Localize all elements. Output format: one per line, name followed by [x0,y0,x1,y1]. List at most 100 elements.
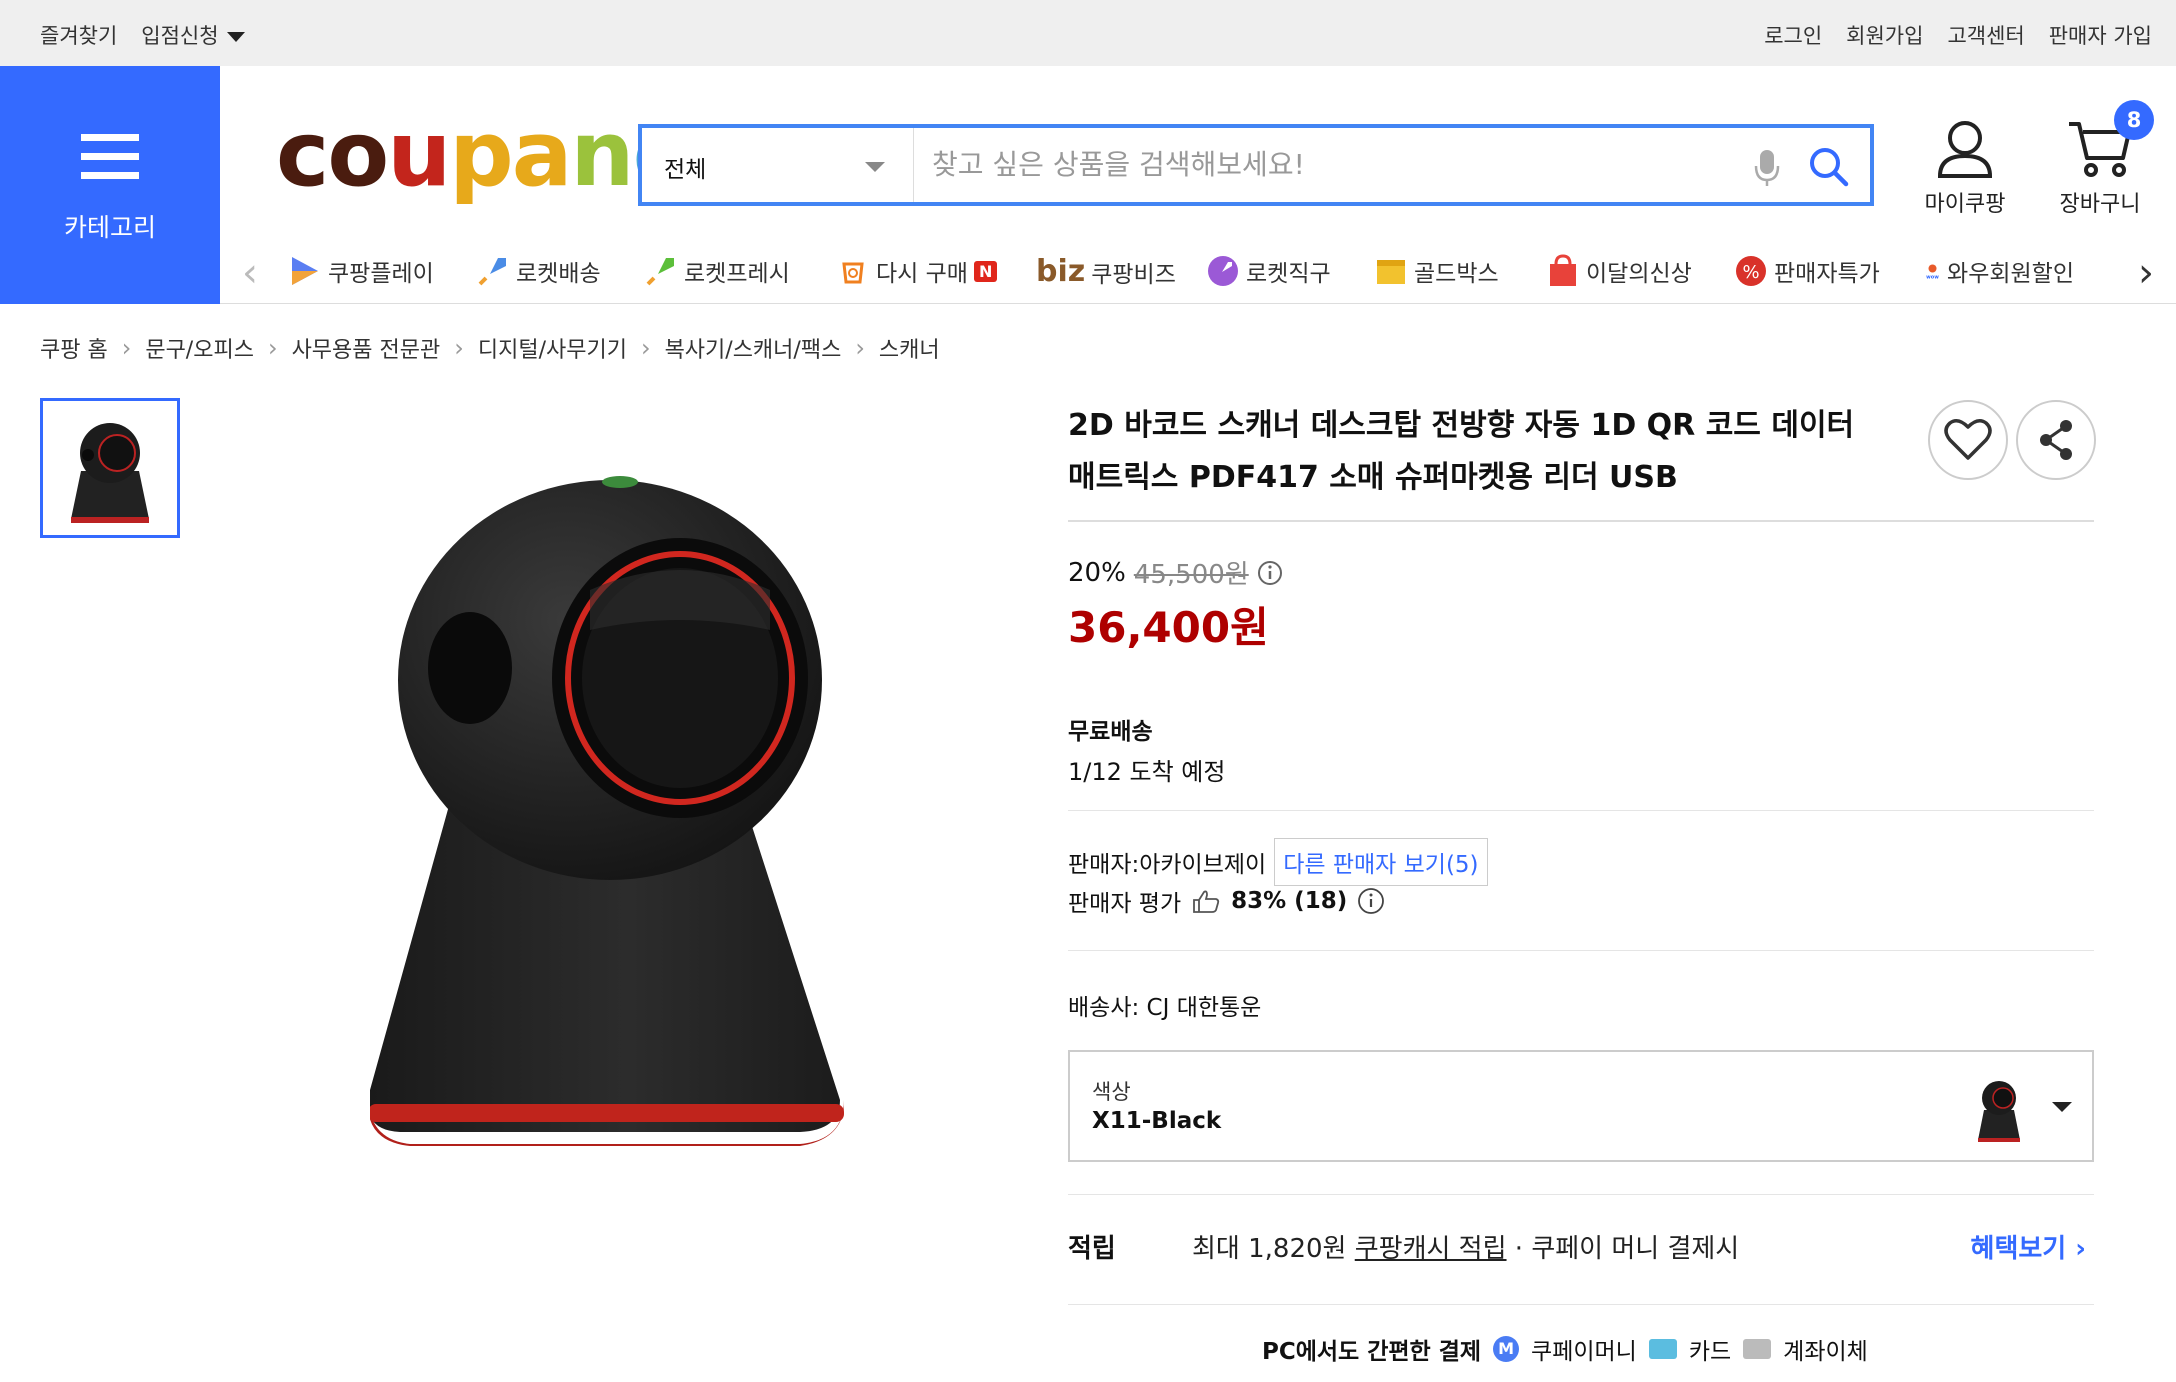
title-divider [1068,520,2094,522]
svg-text:wow: wow [1926,275,1939,281]
signup-link[interactable]: 회원가입 [1846,20,1923,50]
microphone-icon[interactable] [1752,148,1782,188]
rocket-fresh-icon [646,258,674,286]
seller-signup-link[interactable]: 판매자 가입 [2049,20,2152,50]
reward-label: 적립 [1068,1234,1116,1264]
product-title: 2D 바코드 스캐너 데스크탑 전방향 자동 1D QR 코드 데이터 매트릭스… [1068,408,1855,495]
new-icon [1550,254,1576,286]
cart-label: 장바구니 [2059,192,2141,217]
service-goldbox[interactable]: 골드박스 [1374,254,1499,288]
share-button[interactable] [2016,400,2096,480]
shipping-type: 무료배송 [1068,719,1153,745]
breadcrumb-item[interactable]: 쿠팡 홈 [40,332,108,364]
header-divider [220,303,2176,304]
payment-title: PC에서도 간편한 결제 [1262,1339,1482,1365]
wishlist-button[interactable] [1928,400,2008,480]
rocket-icon [478,258,506,286]
seller-apply-label: 입점신청 [141,24,219,48]
product-main-image[interactable] [370,440,870,1240]
card-label: 카드 [1688,1339,1732,1365]
search-input[interactable] [932,142,1752,186]
chevron-right-icon: › [267,334,278,362]
new-badge: N [973,260,998,282]
chevron-down-icon [865,162,885,172]
reward-divider [1068,1304,2094,1305]
reward-max: 최대 1,820원 [1192,1234,1347,1264]
thumbs-up-icon [1193,890,1220,913]
top-utility-bar: 즐겨찾기 입점신청 로그인 회원가입 고객센터 판매자 가입 [0,0,2176,66]
heart-icon [1944,419,1992,460]
service-label: 로켓배송 [516,261,601,287]
service-label: 로켓프레시 [684,261,790,287]
search-scope-select[interactable]: 전체 [642,128,914,202]
coupang-logo[interactable]: coupang [276,110,697,200]
my-coupang-button[interactable]: 마이쿠팡 [1910,118,2020,218]
service-coupang-biz[interactable]: biz 쿠팡비즈 [1036,254,1176,289]
info-icon[interactable] [1357,887,1385,915]
option-thumbnail-image [1978,1081,2020,1142]
service-label: 골드박스 [1414,261,1499,287]
bank-transfer-label: 계좌이체 [1783,1339,1868,1365]
search-bar: 전체 [638,124,1874,206]
breadcrumb-item[interactable]: 스캐너 [879,332,940,364]
product-thumbnail[interactable] [40,398,180,538]
other-sellers-button[interactable]: 다른 판매자 보기(5) [1274,838,1488,886]
my-coupang-label: 마이쿠팡 [1924,192,2006,217]
seller-rating-value: 83% (18) [1231,888,1348,914]
coupang-cash-link[interactable]: 쿠팡캐시 적립 [1355,1234,1507,1264]
shipping-divider [1068,810,2094,811]
carrier-info: 배송사: CJ 대한통운 [1068,995,1262,1021]
biz-icon: biz [1036,254,1086,289]
reward-method: · 쿠페이 머니 결제시 [1514,1234,1740,1264]
service-coupang-play[interactable]: 쿠팡플레이 [288,254,434,288]
service-rocket-delivery[interactable]: 로켓배송 [476,254,601,288]
service-rocket-global[interactable]: 로켓직구 [1206,254,1331,288]
chevron-right-icon: › [454,334,464,362]
benefits-link[interactable]: 혜택보기 › [1971,1228,2086,1265]
seller-rating-row: 판매자 평가 83% (18) [1068,884,1385,918]
service-seller-deal[interactable]: % 판매자특가 [1734,254,1880,288]
goldbox-icon [1377,260,1405,284]
chevron-down-icon [226,32,245,42]
card-icon [1648,1339,1677,1359]
original-price: 45,500원 [1133,560,1249,590]
hamburger-icon [81,134,139,180]
option-divider [1068,1194,2094,1195]
service-monthly-new[interactable]: 이달의신상 [1546,254,1692,288]
rocket-global-icon [1208,256,1238,286]
option-value: X11-Black [1092,1108,1222,1134]
payment-methods: PC에서도 간편한 결제 M 쿠페이머니 카드 계좌이체 [1262,1332,1868,1366]
seller-apply-link[interactable]: 입점신청 [141,20,245,50]
service-rebuy[interactable]: 다시 구매 N [836,254,998,288]
play-icon [292,257,318,285]
color-option-select[interactable]: 색상 X11-Black [1068,1050,2094,1162]
breadcrumb-item[interactable]: 복사기/스캐너/팩스 [665,332,842,364]
service-wow-discount[interactable]: wow 와우회원할인 [1924,254,2074,288]
category-label: 카테고리 [63,213,156,242]
chevron-right-icon: › [855,334,865,362]
category-button[interactable]: 카테고리 [0,66,220,304]
breadcrumb-item[interactable]: 사무용품 전문관 [292,332,441,364]
service-label: 로켓직구 [1246,261,1331,287]
wow-icon: wow [1926,264,1939,281]
breadcrumb-item[interactable]: 문구/오피스 [145,332,254,364]
service-label: 다시 구매 [876,261,968,287]
favorites-link[interactable]: 즐겨찾기 [40,20,117,50]
share-icon [2040,420,2072,460]
service-label: 이달의신상 [1586,261,1692,287]
reward-text: 최대 1,820원 쿠팡캐시 적립 · 쿠페이 머니 결제시 [1192,1228,1739,1265]
info-icon[interactable] [1257,560,1283,586]
search-icon[interactable] [1808,146,1850,188]
arrival-date: 1/12 도착 예정 [1068,758,1226,786]
nav-next-arrow[interactable]: › [2138,250,2154,296]
seller-row: 판매자:아카이브제이 다른 판매자 보기(5) [1068,838,1488,886]
breadcrumb-item[interactable]: 디지털/사무기기 [478,332,627,364]
login-link[interactable]: 로그인 [1764,20,1822,50]
scanner-thumbnail-image [71,423,149,523]
nav-prev-arrow[interactable]: ‹ [242,250,258,296]
chevron-right-icon: › [121,334,132,362]
service-rocket-fresh[interactable]: 로켓프레시 [644,254,790,288]
service-label: 쿠팡플레이 [328,261,434,287]
support-link[interactable]: 고객센터 [1947,20,2024,50]
service-label: 와우회원할인 [1947,261,2074,287]
